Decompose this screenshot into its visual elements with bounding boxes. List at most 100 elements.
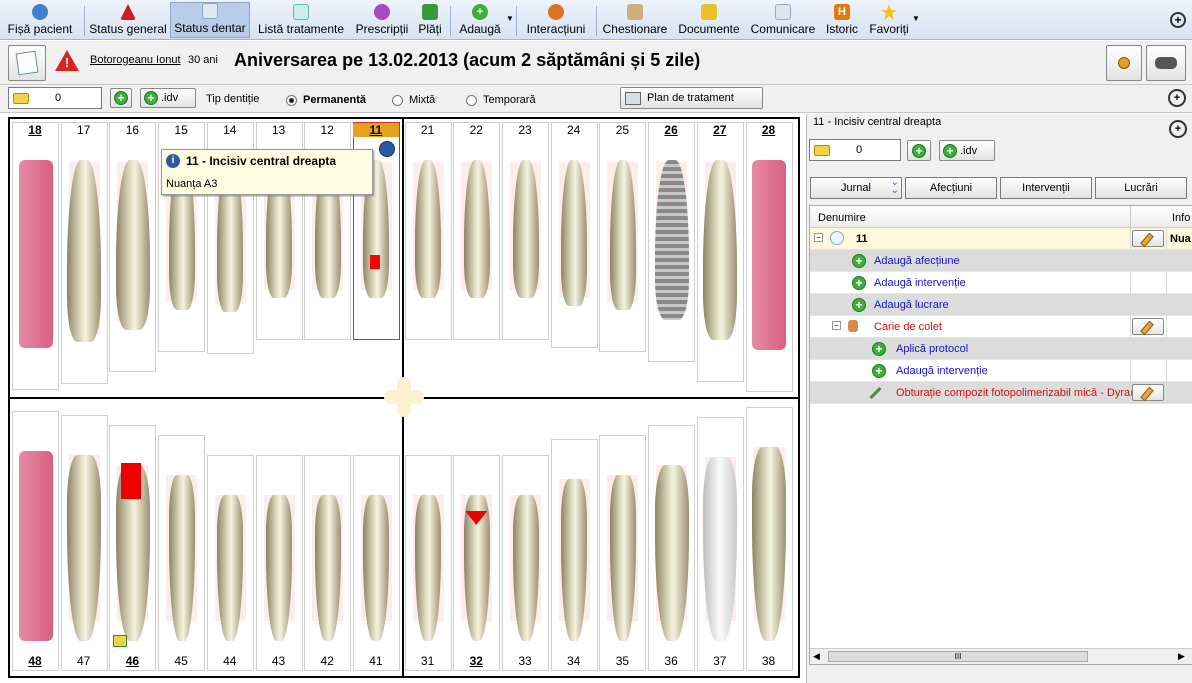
- toolbar-interactiuni[interactable]: Interacțiuni: [522, 2, 590, 38]
- panel-title: 11 - Incisiv central dreapta: [813, 116, 942, 128]
- documents-count-field[interactable]: 0: [8, 87, 102, 109]
- tree-row-add-intervention-2[interactable]: + Adaugă intervenție: [810, 360, 1192, 382]
- tooth-number-17[interactable]: 17: [61, 123, 107, 137]
- toolbar-status-dentar[interactable]: Status dentar: [170, 2, 250, 38]
- tree-row-filling[interactable]: Obturație compozit fotopolimerizabil mic…: [810, 382, 1192, 404]
- tab-lucrari[interactable]: Lucrări: [1095, 177, 1187, 199]
- tooth-number-47[interactable]: 47: [61, 654, 107, 668]
- tab-jurnal[interactable]: Jurnal ⌄ ⌄: [810, 177, 902, 199]
- tab-afectiuni[interactable]: Afecțiuni: [905, 177, 997, 199]
- tooth-shape: [266, 495, 292, 641]
- tooltip-body: Nuanța A3: [166, 178, 218, 190]
- panel-idv-button[interactable]: + .idv: [939, 140, 995, 161]
- tree-row-add-intervention[interactable]: + Adaugă intervenție: [810, 272, 1192, 294]
- tooth-number-31[interactable]: 31: [405, 654, 451, 668]
- edit-notes-button[interactable]: [8, 45, 46, 81]
- tooth-number-46[interactable]: 46: [109, 654, 155, 668]
- add-icon: +: [472, 4, 488, 20]
- caries-marker: [369, 255, 380, 269]
- collapse-icon[interactable]: −: [814, 233, 823, 242]
- tooth-icon: [202, 3, 218, 19]
- tooth-number-43[interactable]: 43: [256, 654, 302, 668]
- radio-mixta[interactable]: Mixtă: [392, 94, 435, 106]
- toolbar-istoric[interactable]: H Istoric: [822, 2, 862, 38]
- toolbar-chestionare[interactable]: Chestionare: [600, 2, 670, 38]
- chevron-down-icon[interactable]: ▼: [506, 14, 514, 23]
- tooth-number-35[interactable]: 35: [599, 654, 645, 668]
- tooth-number-15[interactable]: 15: [158, 123, 204, 137]
- collapse-icon[interactable]: −: [832, 321, 841, 330]
- tooth-number-21[interactable]: 21: [405, 123, 451, 137]
- toolbar-lista-tratamente[interactable]: Listă tratamente: [253, 2, 349, 38]
- scroll-left-icon[interactable]: ◀: [813, 651, 820, 662]
- scroll-thumb[interactable]: III: [828, 651, 1088, 662]
- toolbar-fisa-pacient[interactable]: Fișă pacient: [4, 2, 76, 38]
- horizontal-scrollbar[interactable]: ◀ III ▶: [810, 648, 1192, 664]
- patient-name-link[interactable]: Botorogeanu Ionut: [90, 54, 181, 66]
- toolbar-comunicare[interactable]: Comunicare: [748, 2, 818, 38]
- envelope-icon: [775, 4, 791, 20]
- toolbar-prescriptii[interactable]: Prescripții: [352, 2, 412, 38]
- tooth-number-45[interactable]: 45: [158, 654, 204, 668]
- tab-interventii[interactable]: Intervenții: [1000, 177, 1092, 199]
- alert-icon[interactable]: !: [55, 50, 79, 71]
- tree-row-tooth[interactable]: − 11 Nua: [810, 228, 1192, 250]
- zoom-in-icon[interactable]: +: [1170, 12, 1186, 28]
- chevron-down-icon[interactable]: ▼: [912, 14, 920, 23]
- tooth-number-33[interactable]: 33: [502, 654, 548, 668]
- edit-pencil-button[interactable]: [1132, 318, 1164, 335]
- journal-tree: Denumire Info − 11 Nua + Adaugă afecțiune…: [809, 205, 1192, 665]
- tooth-number-42[interactable]: 42: [304, 654, 350, 668]
- tooth-number-34[interactable]: 34: [551, 654, 597, 668]
- money-icon: [422, 4, 438, 20]
- tree-row-condition[interactable]: − Carie de colet: [810, 316, 1192, 338]
- tooth-shape: [654, 465, 689, 641]
- tooltip-title: 11 - Incisiv central dreapta: [186, 154, 337, 168]
- tooth-number-25[interactable]: 25: [599, 123, 645, 137]
- zoom-in-icon[interactable]: +: [1169, 120, 1187, 138]
- tooth-number-11[interactable]: 11: [352, 123, 399, 137]
- location-button[interactable]: [1106, 45, 1142, 81]
- tooth-number-26[interactable]: 26: [648, 123, 694, 137]
- tooth-number-28[interactable]: 28: [746, 123, 792, 137]
- treatment-plan-button[interactable]: Plan de tratament: [620, 87, 763, 109]
- add-document-button[interactable]: +: [110, 88, 132, 108]
- tooth-number-22[interactable]: 22: [453, 123, 499, 137]
- tooth-number-14[interactable]: 14: [207, 123, 253, 137]
- tooth-number-13[interactable]: 13: [256, 123, 302, 137]
- tooth-number-24[interactable]: 24: [551, 123, 597, 137]
- tooth-number-41[interactable]: 41: [353, 654, 399, 668]
- scroll-right-icon[interactable]: ▶: [1178, 651, 1185, 662]
- tooth-number-48[interactable]: 48: [12, 654, 58, 668]
- missing-tooth-icon: [18, 451, 53, 641]
- edit-pencil-button[interactable]: [1132, 384, 1164, 401]
- tree-row-add-work[interactable]: + Adaugă lucrare: [810, 294, 1192, 316]
- tooth-number-18[interactable]: 18: [12, 123, 58, 137]
- tooth-number-12[interactable]: 12: [304, 123, 350, 137]
- toolbar-documente[interactable]: Documente: [674, 2, 744, 38]
- edit-pencil-button[interactable]: [1132, 230, 1164, 247]
- tooth-number-44[interactable]: 44: [207, 654, 253, 668]
- tree-row-apply-protocol[interactable]: + Aplică protocol: [810, 338, 1192, 360]
- tooth-number-38[interactable]: 38: [746, 654, 792, 668]
- toolbar-plati[interactable]: Plăți: [414, 2, 446, 38]
- tooth-shape: [67, 455, 102, 641]
- tooth-shape: [609, 475, 636, 641]
- search-binoculars-button[interactable]: [1146, 45, 1186, 81]
- tooth-number-27[interactable]: 27: [697, 123, 743, 137]
- tree-row-add-condition[interactable]: + Adaugă afecțiune: [810, 250, 1192, 272]
- toolbar-favoriti[interactable]: Favoriți: [864, 2, 914, 38]
- idv-button[interactable]: + .idv: [140, 88, 196, 108]
- tooth-number-23[interactable]: 23: [502, 123, 548, 137]
- zoom-in-icon[interactable]: +: [1168, 89, 1186, 107]
- radio-permanenta[interactable]: Permanentă: [286, 94, 366, 106]
- tooth-number-36[interactable]: 36: [648, 654, 694, 668]
- tooth-number-32[interactable]: 32: [453, 654, 499, 668]
- panel-add-button[interactable]: +: [907, 140, 931, 161]
- toolbar-adauga[interactable]: + Adaugă: [454, 2, 506, 38]
- panel-count-field[interactable]: 0: [809, 139, 901, 161]
- radio-temporara[interactable]: Temporară: [466, 94, 536, 106]
- tooth-number-16[interactable]: 16: [109, 123, 155, 137]
- toolbar-status-general[interactable]: Status general: [88, 2, 168, 38]
- tooth-number-37[interactable]: 37: [697, 654, 743, 668]
